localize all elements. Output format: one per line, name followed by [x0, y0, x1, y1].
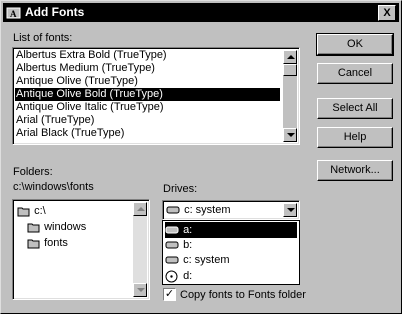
drives-label: Drives: [163, 183, 198, 195]
folder-label: c:\ [34, 205, 46, 217]
font-list[interactable]: Albertus Extra Bold (TrueType) Albertus M… [12, 47, 300, 145]
font-list-scrollbar[interactable] [283, 50, 297, 142]
open-folder-icon [17, 207, 30, 217]
window-title: Add Fonts [25, 5, 85, 19]
title-bar[interactable]: A Add Fonts X [3, 3, 399, 22]
svg-text:A: A [10, 9, 17, 19]
scroll-down-button[interactable] [283, 128, 297, 142]
drive-select[interactable]: c: system [162, 200, 300, 220]
font-list-item[interactable]: Antique Olive Bold (TrueType) [15, 88, 280, 101]
folder-label: fonts [44, 237, 68, 249]
network-button[interactable]: Network... [317, 160, 393, 181]
scroll-up-button[interactable] [133, 202, 147, 216]
font-list-item[interactable]: Antique Olive (TrueType) [15, 75, 280, 88]
drive-item-b[interactable]: b: [165, 237, 297, 253]
font-folder-icon: A [6, 7, 21, 19]
close-button[interactable]: X [378, 5, 396, 21]
open-folder-icon [27, 223, 40, 233]
ok-button[interactable]: OK [316, 33, 394, 56]
scroll-thumb[interactable] [283, 64, 297, 76]
font-list-item[interactable]: Antique Olive Italic (TrueType) [15, 101, 280, 114]
drive-dropdown-button[interactable] [283, 203, 297, 217]
font-list-item[interactable]: Arial (TrueType) [15, 114, 280, 127]
folder-item-windows[interactable]: windows [27, 219, 86, 235]
hard-drive-icon [165, 256, 179, 264]
drive-select-value: c: system [166, 203, 231, 217]
arrow-up-icon [137, 207, 145, 211]
drive-selected-label: c: system [184, 204, 231, 216]
select-all-button[interactable]: Select All [317, 98, 393, 119]
copy-fonts-label: Copy fonts to Fonts folder [180, 289, 306, 301]
floppy-drive-icon [165, 241, 179, 249]
copy-fonts-checkbox[interactable]: ✓ [163, 288, 176, 301]
folder-list-scrollbar[interactable] [133, 202, 147, 297]
chevron-down-icon [287, 208, 295, 212]
add-fonts-dialog: A Add Fonts X List of fonts: Albertus Ex… [0, 0, 402, 314]
arrow-up-icon [287, 55, 295, 59]
arrow-down-icon [137, 288, 145, 292]
drive-item-d[interactable]: d: [165, 268, 297, 284]
drive-label: d: [183, 270, 193, 282]
folder-label: windows [44, 221, 87, 233]
drive-item-a[interactable]: a: [165, 222, 297, 238]
drive-label: a: [183, 224, 193, 236]
cd-drive-icon [165, 270, 178, 283]
drive-label: c: system [183, 254, 230, 266]
folder-item-fonts[interactable]: fonts [27, 235, 68, 251]
font-list-item[interactable]: Arial Black (TrueType) [15, 127, 280, 140]
font-list-label: List of fonts: [13, 32, 73, 44]
floppy-drive-icon [165, 226, 179, 234]
font-list-item[interactable]: Albertus Extra Bold (TrueType) [15, 49, 280, 62]
scroll-down-button[interactable] [133, 283, 147, 297]
drive-label: b: [183, 239, 193, 251]
current-path: c:\windows\fonts [13, 181, 94, 193]
folder-list[interactable]: c:\ windows fonts [12, 199, 150, 300]
folders-label: Folders: [13, 166, 53, 178]
hard-drive-icon [166, 206, 180, 214]
drive-dropdown-list[interactable]: a: b: c: system d: [162, 220, 300, 285]
cancel-button[interactable]: Cancel [317, 63, 393, 84]
folder-item-root[interactable]: c:\ [17, 203, 46, 219]
scroll-up-button[interactable] [283, 50, 297, 64]
help-button[interactable]: Help [317, 127, 393, 148]
font-list-item[interactable]: Albertus Medium (TrueType) [15, 62, 280, 75]
fonts-folder-icon [27, 239, 40, 249]
arrow-down-icon [287, 133, 295, 137]
drive-item-c[interactable]: c: system [165, 252, 297, 268]
